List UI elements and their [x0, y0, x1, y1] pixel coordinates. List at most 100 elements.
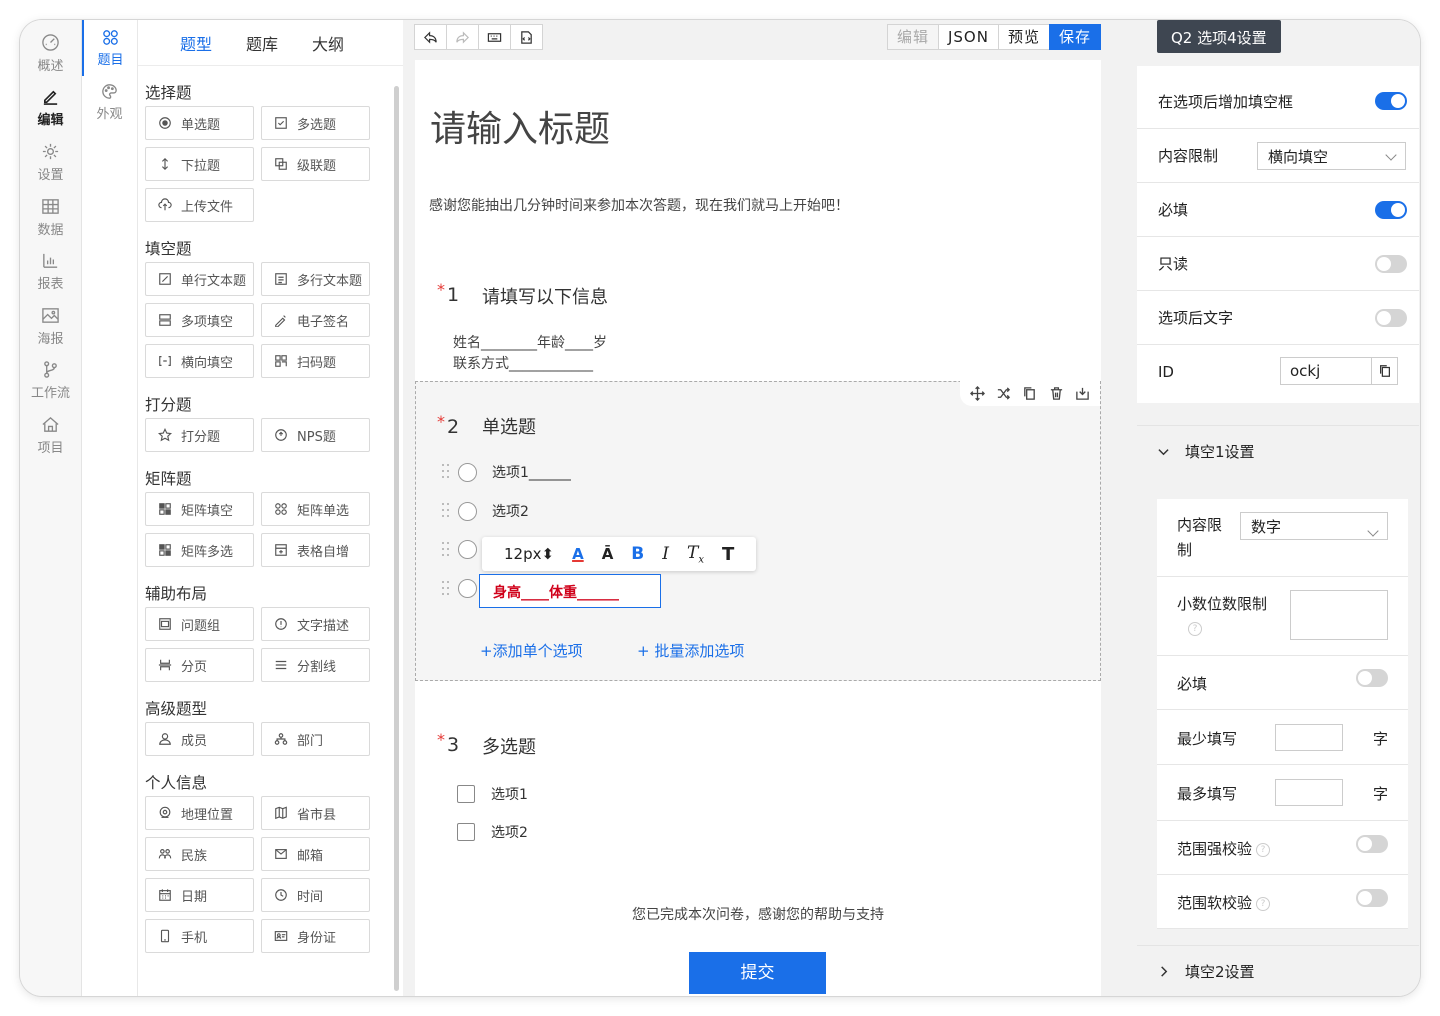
palette-item-button[interactable]: 民族 [145, 837, 254, 871]
strong-check-toggle[interactable] [1356, 835, 1388, 853]
palette-item-button[interactable]: 邮箱 [261, 837, 370, 871]
font-size-select[interactable]: 12px⬍ [504, 545, 554, 563]
tab-question-types[interactable]: 题型 [180, 20, 212, 67]
min-length-input[interactable] [1275, 724, 1343, 751]
submit-button[interactable]: 提交 [689, 952, 826, 994]
palette-item-button[interactable]: NPS题 [261, 418, 370, 452]
content-limit-select[interactable]: 横向填空 [1257, 141, 1406, 170]
json-button[interactable]: JSON [937, 24, 999, 50]
palette-item-button[interactable]: 身份证 [261, 919, 370, 953]
palette-item-button[interactable]: 多行文本题 [261, 262, 370, 296]
palette-item-button[interactable]: 分割线 [261, 648, 370, 682]
delete-icon[interactable] [1049, 386, 1064, 401]
palette-item-button[interactable]: 省市县 [261, 796, 370, 830]
palette-item-button[interactable]: 电子签名 [261, 303, 370, 337]
palette-item-button[interactable]: 下拉题 [145, 147, 254, 181]
nav-poster[interactable]: 海报 [20, 299, 81, 354]
survey-description[interactable]: 感谢您能抽出几分钟时间来参加本次答题，现在我们就马上开始吧！ [429, 195, 849, 215]
preview-button[interactable]: 预览 [997, 24, 1050, 50]
save-button[interactable]: 保存 [1048, 24, 1101, 50]
palette-item-button[interactable]: 成员 [145, 722, 254, 756]
nav-data[interactable]: 数据 [20, 190, 81, 245]
palette-item-button[interactable]: 单行文本题 [145, 262, 254, 296]
subnav-appearance[interactable]: 外观 [82, 76, 137, 128]
decimal-limit-input[interactable] [1290, 590, 1388, 640]
checkbox[interactable] [457, 785, 475, 803]
radio-button[interactable] [458, 462, 477, 482]
drag-handle-icon[interactable] [442, 541, 450, 558]
q3-option-2[interactable]: 选项2 [457, 822, 528, 842]
readonly-toggle[interactable] [1375, 254, 1407, 273]
palette-item-button[interactable]: 横向填空 [145, 344, 254, 378]
palette-item-button[interactable]: 手机 [145, 919, 254, 953]
edit-mode-button[interactable]: 编辑 [886, 24, 939, 50]
copy-icon[interactable] [1022, 386, 1037, 401]
undo-button[interactable] [414, 24, 447, 50]
help-icon[interactable]: ? [1256, 842, 1271, 857]
palette-item-button[interactable]: 分页 [145, 648, 254, 682]
drag-handle-icon[interactable] [442, 503, 450, 519]
blank1-required-toggle[interactable] [1356, 669, 1388, 687]
nav-settings[interactable]: 设置 [20, 135, 81, 190]
palette-item-button[interactable]: 日期 [145, 878, 254, 912]
drag-handle-icon[interactable] [442, 580, 450, 597]
palette-item-button[interactable]: 表格自增 [261, 533, 370, 567]
font-color-icon[interactable]: A [572, 545, 584, 563]
q3-option-2-label[interactable]: 选项2 [491, 822, 528, 842]
clear-format-icon[interactable]: Tx [687, 543, 704, 565]
blank1-content-limit-select[interactable]: 数字 [1240, 512, 1388, 540]
blank2-section-header[interactable]: 填空2设置 [1137, 945, 1419, 996]
keyboard-button[interactable] [478, 24, 511, 50]
radio-button[interactable] [458, 540, 477, 559]
radio-button[interactable] [458, 501, 477, 521]
q1-title[interactable]: 请填写以下信息 [482, 283, 608, 309]
radio-button[interactable] [458, 579, 477, 598]
palette-item-button[interactable]: 上传文件 [145, 188, 254, 222]
palette-scrollbar[interactable] [394, 86, 399, 991]
palette-item-button[interactable]: 级联题 [261, 147, 370, 181]
palette-item-button[interactable]: 地理位置 [145, 796, 254, 830]
batch-add-options-link[interactable]: + 批量添加选项 [637, 640, 744, 661]
palette-item-button[interactable]: 文字描述 [261, 607, 370, 641]
bold-icon[interactable]: B [631, 544, 644, 564]
q3-option-1[interactable]: 选项1 [457, 784, 528, 804]
tab-question-bank[interactable]: 题库 [246, 20, 278, 67]
end-message[interactable]: 您已完成本次问卷，感谢您的帮助与支持 [415, 904, 1101, 924]
checkbox[interactable] [457, 823, 475, 841]
q3-option-1-label[interactable]: 选项1 [491, 784, 528, 804]
q2-option-1-label[interactable]: 选项1______ [492, 462, 571, 482]
palette-item-button[interactable]: 单选题 [145, 106, 254, 140]
italic-icon[interactable]: I [662, 544, 669, 564]
text-style-icon[interactable]: T [722, 544, 734, 565]
after-text-toggle[interactable] [1375, 308, 1407, 327]
code-button[interactable] [510, 24, 543, 50]
tab-outline[interactable]: 大纲 [312, 20, 344, 67]
q2-option-1[interactable]: 选项1______ [442, 462, 571, 482]
add-blank-toggle[interactable] [1375, 92, 1407, 110]
save-to-bank-icon[interactable] [1075, 386, 1090, 401]
nav-report[interactable]: 报表 [20, 244, 81, 299]
help-icon[interactable]: ? [1188, 622, 1202, 636]
nav-project[interactable]: 项目 [20, 408, 81, 463]
shuffle-icon[interactable] [996, 386, 1011, 401]
redo-button[interactable] [446, 24, 479, 50]
palette-item-button[interactable]: 部门 [261, 722, 370, 756]
palette-item-button[interactable]: 矩阵填空 [145, 492, 254, 526]
drag-handle-icon[interactable] [442, 464, 450, 480]
nav-edit[interactable]: 编辑 [20, 81, 81, 136]
required-toggle[interactable] [1375, 200, 1407, 219]
soft-check-toggle[interactable] [1356, 889, 1388, 907]
palette-item-button[interactable]: 时间 [261, 878, 370, 912]
option-4-editor[interactable]: 身高____体重______ [479, 574, 661, 608]
palette-item-button[interactable]: 矩阵多选 [145, 533, 254, 567]
highlight-icon[interactable]: Ā [602, 545, 614, 563]
add-single-option-link[interactable]: +添加单个选项 [480, 640, 583, 661]
copy-id-button[interactable] [1371, 357, 1398, 385]
palette-item-button[interactable]: 扫码题 [261, 344, 370, 378]
survey-title[interactable]: 请输入标题 [430, 100, 610, 152]
q2-option-2-label[interactable]: 选项2 [492, 501, 529, 521]
q2-option-2[interactable]: 选项2 [442, 501, 529, 521]
q1-body[interactable]: 姓名________年龄____岁 联系方式____________ [453, 333, 607, 375]
nav-workflow[interactable]: 工作流 [20, 354, 81, 409]
palette-item-button[interactable]: 多选题 [261, 106, 370, 140]
